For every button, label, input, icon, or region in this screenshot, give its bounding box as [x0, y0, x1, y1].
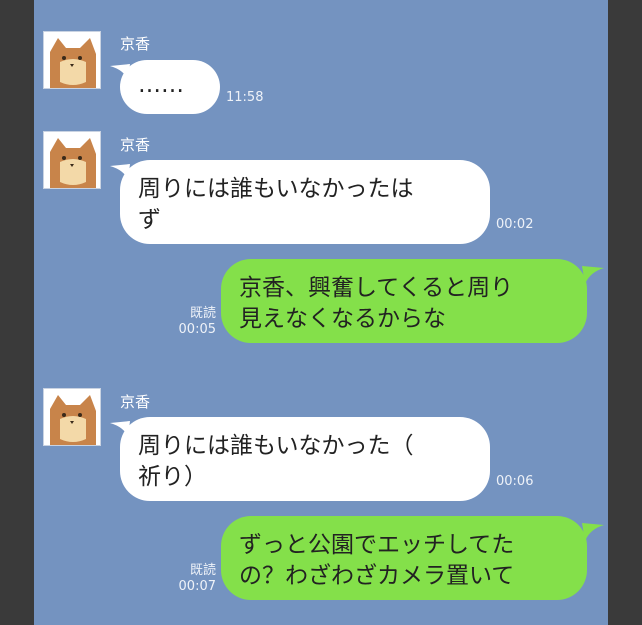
- message-bubble[interactable]: 京香、興奮してくると周り 見えなくなるからな: [221, 259, 587, 343]
- message-time: 00:06: [496, 474, 534, 489]
- message-meta: 既読 00:05: [170, 306, 216, 338]
- avatar[interactable]: [43, 31, 101, 89]
- message-bubble[interactable]: 周りには誰もいなかったは ず: [120, 160, 490, 244]
- message-time: 00:02: [496, 217, 534, 232]
- message-text: ……: [138, 72, 184, 98]
- bubble-tail: [582, 266, 604, 284]
- message-meta: 既読 00:07: [170, 563, 216, 595]
- message-bubble[interactable]: 周りには誰もいなかった（ 祈り）: [120, 417, 490, 501]
- message-text-line: 見えなくなるからな: [239, 306, 446, 332]
- cat-face-icon: [44, 389, 100, 445]
- contact-name: 京香: [120, 35, 151, 53]
- message-time: 00:07: [178, 579, 216, 594]
- read-receipt: 既読: [189, 563, 216, 578]
- message-text-line: 周りには誰もいなかったは: [138, 176, 414, 202]
- contact-name: 京香: [120, 393, 151, 411]
- avatar[interactable]: [43, 131, 101, 189]
- message-text-line: 祈り）: [138, 464, 207, 490]
- read-receipt: 既読: [189, 306, 216, 321]
- avatar[interactable]: [43, 388, 101, 446]
- message-bubble[interactable]: ……: [120, 60, 220, 114]
- message-text-line: ずっと公園でエッチしてた: [239, 532, 515, 558]
- message-text-line: の？わざわざカメラ置いて: [239, 563, 515, 589]
- message-text-line: ず: [138, 207, 161, 233]
- message-time: 00:05: [178, 322, 216, 337]
- contact-name: 京香: [120, 136, 151, 154]
- chat-area: 京香 …… 11:58 京香 周りには誰もいなかったは ず 00:02 京香、興…: [34, 0, 608, 625]
- cat-face-icon: [44, 32, 100, 88]
- bubble-tail: [582, 523, 604, 541]
- message-bubble[interactable]: ずっと公園でエッチしてた の？わざわざカメラ置いて: [221, 516, 587, 600]
- message-text-line: 周りには誰もいなかった（: [138, 433, 414, 459]
- message-text-line: 京香、興奮してくると周り: [239, 275, 514, 301]
- cat-face-icon: [44, 132, 100, 188]
- message-time: 11:58: [226, 90, 264, 105]
